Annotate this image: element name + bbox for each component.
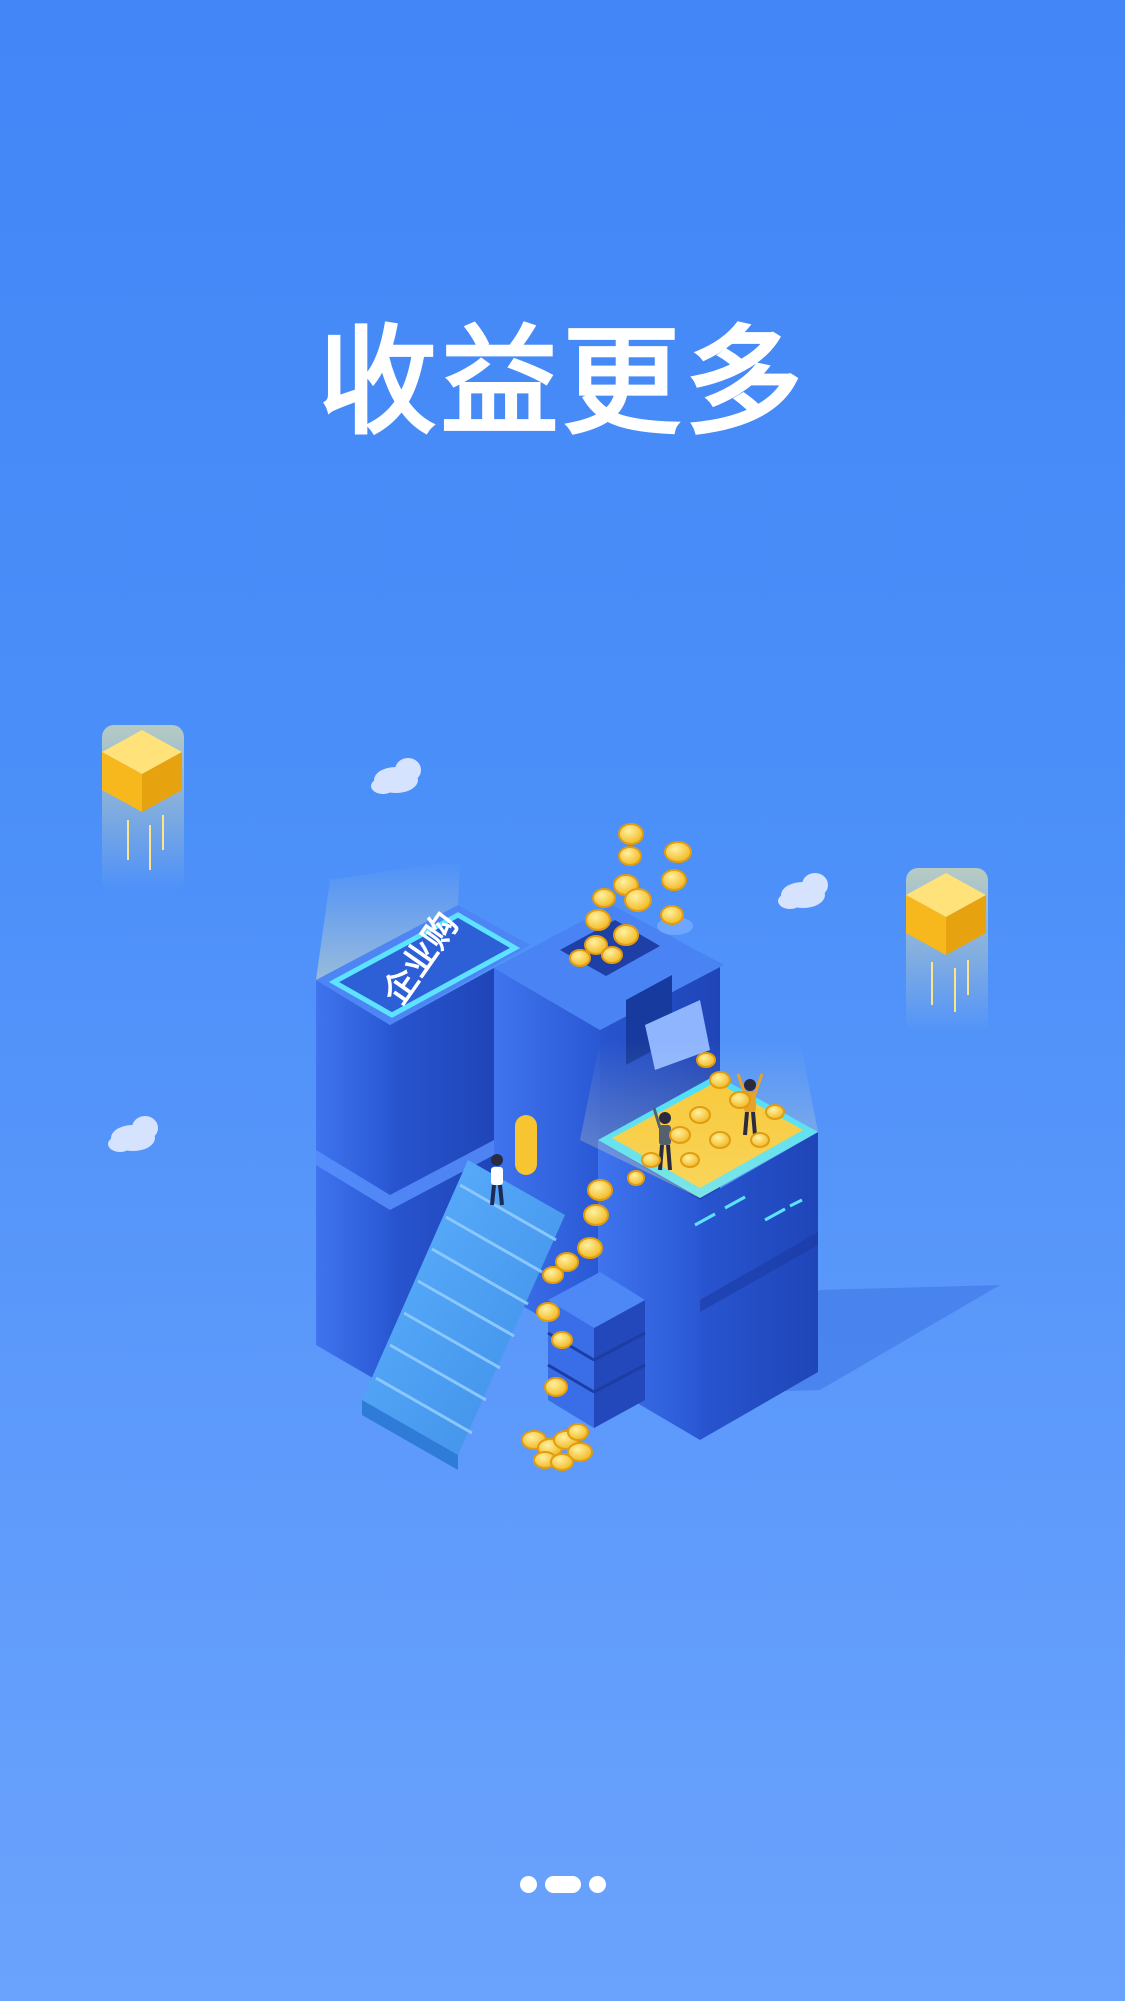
isometric-building-coins-illustration: 企业购 — [102, 725, 1000, 1471]
floating-cube-left-icon — [102, 725, 184, 890]
cloud-icon — [108, 1116, 158, 1152]
onboarding-screen[interactable]: 收益更多 企业购 — [0, 0, 1125, 2001]
small-stack — [547, 1272, 646, 1428]
cloud-icon — [778, 873, 828, 909]
page-dot-1[interactable] — [519, 1875, 537, 1893]
page-dot-3[interactable] — [588, 1875, 606, 1893]
cloud-icon — [371, 758, 421, 794]
floating-cube-right-icon — [906, 868, 988, 1033]
page-dot-2-active[interactable] — [544, 1875, 581, 1893]
page-indicator — [0, 1874, 1125, 1894]
